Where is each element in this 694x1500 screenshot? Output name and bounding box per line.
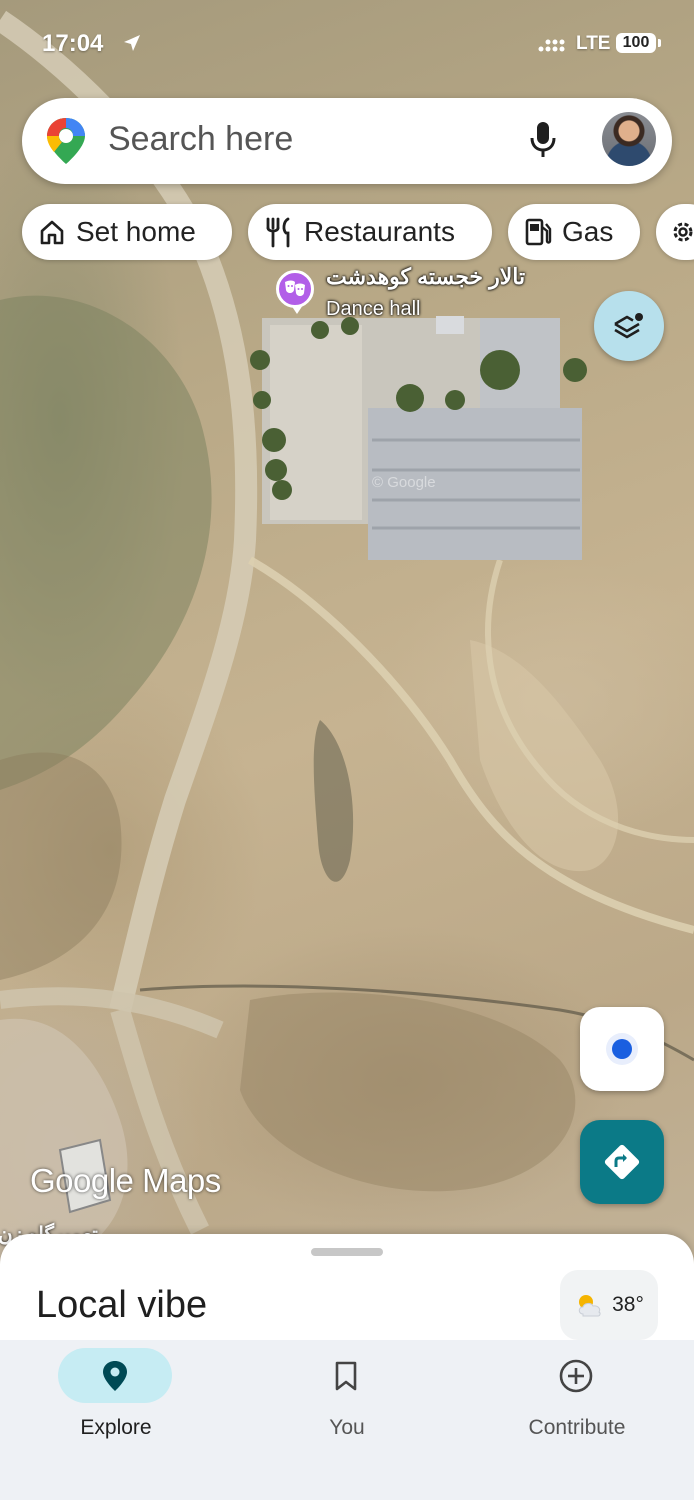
partly-cloudy-icon bbox=[578, 1295, 601, 1317]
status-time: 17:04 bbox=[42, 30, 104, 57]
network-type: LTE bbox=[576, 33, 611, 54]
sheet-drag-handle[interactable] bbox=[311, 1248, 383, 1256]
chip-label: Restaurants bbox=[304, 216, 455, 247]
map-terrain bbox=[0, 10, 694, 1260]
weather-temperature: 38° bbox=[612, 1293, 644, 1316]
chip-restaurants[interactable]: Restaurants bbox=[248, 204, 492, 260]
directions-icon bbox=[604, 1144, 640, 1180]
chip-label: Set home bbox=[76, 216, 196, 247]
nav-explore[interactable]: Explore bbox=[36, 1348, 196, 1458]
chip-set-home[interactable]: Set home bbox=[22, 204, 232, 260]
my-location-icon bbox=[612, 1039, 632, 1059]
avatar[interactable] bbox=[602, 112, 656, 166]
theater-masks-icon bbox=[285, 280, 305, 296]
search-input[interactable]: Search here bbox=[108, 120, 293, 159]
microphone-icon[interactable] bbox=[528, 120, 558, 160]
signal-icon bbox=[538, 39, 565, 52]
nav-label: Explore bbox=[80, 1416, 152, 1439]
my-location-button[interactable] bbox=[580, 1007, 664, 1091]
fork-knife-icon bbox=[266, 217, 290, 248]
nav-label: You bbox=[329, 1416, 365, 1439]
nav-icon-wrap bbox=[289, 1348, 403, 1403]
weather-chip[interactable]: 38° bbox=[560, 1270, 658, 1340]
directions-button[interactable] bbox=[580, 1120, 664, 1204]
nav-you[interactable]: You bbox=[267, 1348, 427, 1458]
status-bar: 17:04 LTE 100 bbox=[0, 0, 694, 90]
sheet-title: Local vibe bbox=[36, 1284, 208, 1326]
nav-label: Contribute bbox=[528, 1416, 626, 1439]
battery-indicator: 100 bbox=[616, 33, 661, 53]
gear-icon bbox=[673, 222, 693, 242]
poi-category[interactable]: Dance hall bbox=[326, 298, 421, 321]
poi-name-persian[interactable]: تالار خجسته کوهدشت bbox=[326, 264, 525, 290]
satellite-map[interactable] bbox=[0, 0, 694, 1300]
google-maps-pin-icon bbox=[47, 118, 85, 164]
chip-gas[interactable]: Gas bbox=[508, 204, 640, 260]
search-bar[interactable]: Search here bbox=[22, 98, 672, 184]
bottom-sheet[interactable]: Local vibe 38° bbox=[0, 1234, 694, 1354]
imagery-watermark: © Google bbox=[372, 474, 436, 491]
map-pin-icon bbox=[103, 1360, 127, 1391]
plus-circle-icon bbox=[559, 1359, 593, 1392]
nav-contribute[interactable]: Contribute bbox=[497, 1348, 657, 1458]
location-arrow-icon bbox=[124, 35, 140, 51]
poi-marker[interactable] bbox=[276, 270, 314, 314]
layers-icon bbox=[614, 313, 643, 339]
bottom-navigation: Explore You Contribute bbox=[0, 1340, 694, 1500]
home-icon bbox=[40, 220, 64, 245]
nav-active-indicator bbox=[58, 1348, 172, 1403]
google-maps-watermark: Google Maps bbox=[30, 1162, 221, 1199]
chip-label: Gas bbox=[562, 216, 614, 247]
gas-pump-icon bbox=[525, 218, 552, 246]
nav-icon-wrap bbox=[519, 1348, 633, 1403]
layers-button[interactable] bbox=[594, 291, 664, 361]
bookmark-icon bbox=[335, 1361, 357, 1390]
